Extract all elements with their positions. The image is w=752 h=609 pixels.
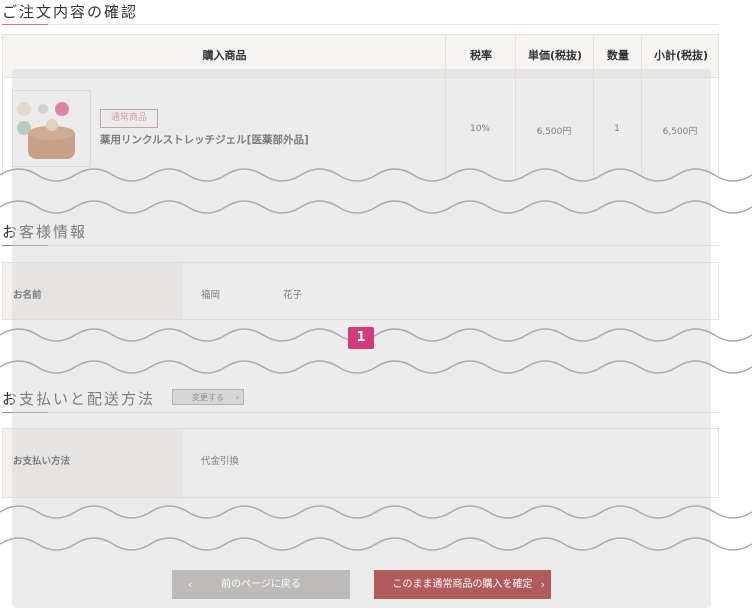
wavy-separator <box>0 168 752 214</box>
chevron-right-icon: › <box>540 578 545 591</box>
table-border <box>718 34 719 176</box>
wavy-separator <box>0 328 752 374</box>
title-divider <box>2 24 719 25</box>
back-button-label: 前のページに戻る <box>221 579 301 590</box>
wavy-separator <box>0 505 752 551</box>
order-confirmation-page: ご注文内容の確認 購入商品 税率 単価(税抜) 数量 小計(税抜) 通常商品 薬… <box>0 0 752 609</box>
back-button[interactable]: ‹ 前のページに戻る <box>172 570 350 599</box>
annotation-marker: 1 <box>348 327 374 349</box>
table-border <box>2 34 3 176</box>
title-accent-underline <box>2 24 48 25</box>
chevron-left-icon: ‹ <box>188 578 193 591</box>
confirm-purchase-button[interactable]: このまま通常商品の購入を確定 › <box>374 570 551 599</box>
order-section-title: ご注文内容の確認 <box>2 3 139 21</box>
confirm-button-label: このまま通常商品の購入を確定 <box>392 579 533 590</box>
